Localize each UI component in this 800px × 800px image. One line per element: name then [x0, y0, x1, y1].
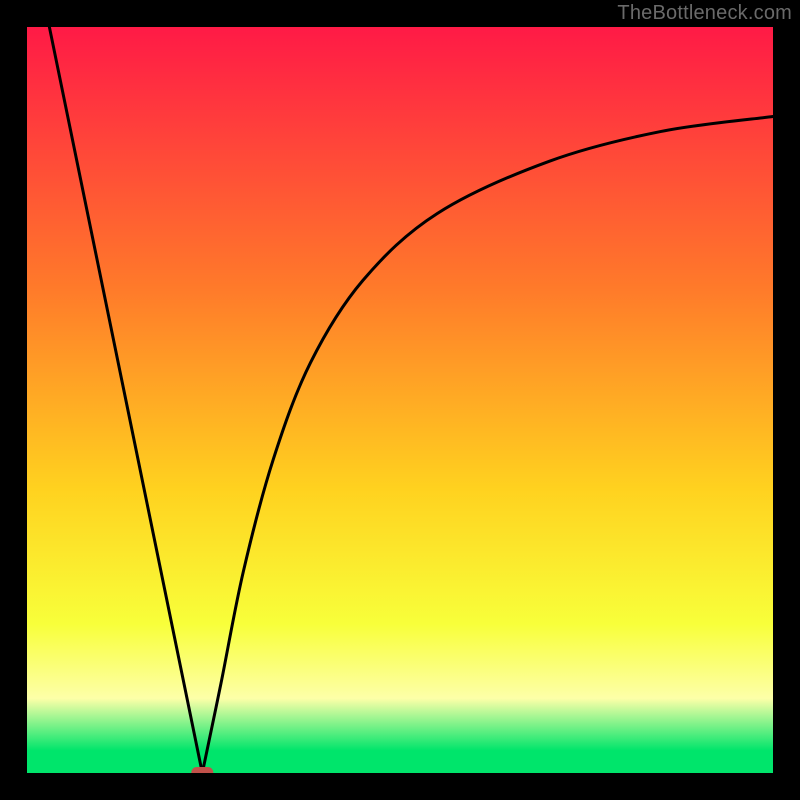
- plot-background: [27, 27, 773, 773]
- chart-frame: { "watermark": "TheBottleneck.com", "col…: [0, 0, 800, 800]
- watermark-text: TheBottleneck.com: [617, 2, 792, 25]
- chart-svg: [0, 0, 800, 800]
